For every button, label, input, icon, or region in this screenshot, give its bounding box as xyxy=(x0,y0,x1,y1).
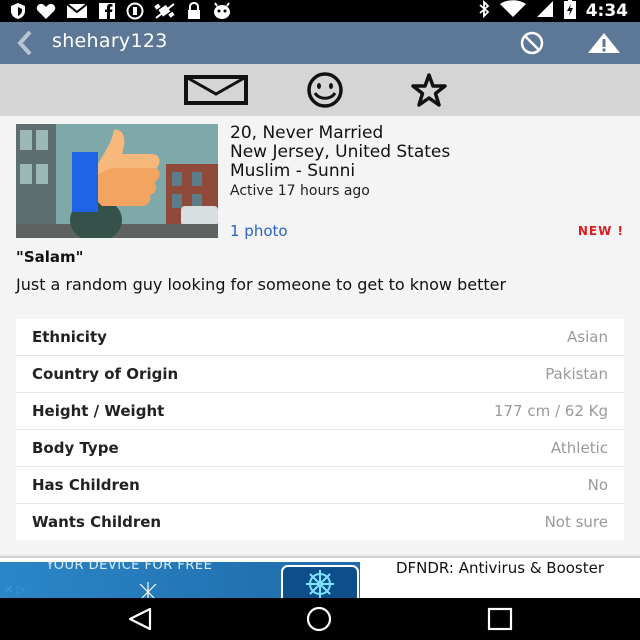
profile-about: Just a random guy looking for someone to… xyxy=(16,275,507,294)
satellite-off-icon xyxy=(154,2,176,20)
smiley-icon xyxy=(307,72,343,108)
last-active: Active 17 hours ago xyxy=(230,183,370,199)
nav-recents-button[interactable] xyxy=(486,606,514,632)
detail-label: Body Type xyxy=(32,439,119,457)
status-bar: 4:34 xyxy=(0,0,640,22)
nav-back-button[interactable] xyxy=(126,606,154,632)
detail-row: Has Children No xyxy=(16,467,624,504)
religion: Muslim - Sunni xyxy=(230,161,356,181)
lock-icon xyxy=(186,2,202,20)
battery-icon xyxy=(563,0,576,23)
profile-summary: 20, Never Married New Jersey, United Sta… xyxy=(230,123,451,200)
warning-icon xyxy=(588,33,620,53)
mail-icon xyxy=(66,3,88,19)
detail-value: No xyxy=(587,476,608,494)
message-icon xyxy=(184,75,248,105)
app-bar: shehary123 xyxy=(0,22,640,64)
ad-choices-icon[interactable]: ✕ ▷ xyxy=(4,583,25,596)
bluetooth-icon xyxy=(478,0,490,22)
shield-icon xyxy=(10,2,26,20)
detail-value: 177 cm / 62 Kg xyxy=(493,402,608,420)
signal-icon xyxy=(536,0,554,22)
navigation-bar xyxy=(0,598,640,640)
facebook-icon xyxy=(98,2,116,20)
favorite-star-icon xyxy=(411,73,447,107)
detail-value: Asian xyxy=(567,328,608,346)
detail-row: Wants Children Not sure xyxy=(16,504,624,540)
block-button[interactable] xyxy=(515,31,549,55)
ad-banner[interactable]: YOUR DEVICE FOR FREE ✕ ▷ DFNDR: Antiviru… xyxy=(0,556,640,600)
heart-icon xyxy=(36,3,56,20)
back-button[interactable] xyxy=(10,28,40,58)
ad-image[interactable]: YOUR DEVICE FOR FREE xyxy=(0,562,360,600)
wifi-icon xyxy=(499,0,526,22)
detail-row: Body Type Athletic xyxy=(16,430,624,467)
ad-partial-text: YOUR DEVICE FOR FREE xyxy=(46,562,213,573)
message-button[interactable] xyxy=(183,70,249,110)
ad-title[interactable]: DFNDR: Antivirus & Booster xyxy=(372,560,628,576)
detail-value: Pakistan xyxy=(545,365,608,383)
detail-label: Wants Children xyxy=(32,513,162,531)
profile-username: shehary123 xyxy=(52,30,168,52)
notification-icons xyxy=(10,2,232,20)
recents-square-icon xyxy=(487,607,513,631)
dfndr-logo-icon xyxy=(306,570,334,598)
detail-label: Country of Origin xyxy=(32,365,179,383)
smile-button[interactable] xyxy=(296,70,354,110)
bug-icon xyxy=(212,2,232,20)
detail-label: Has Children xyxy=(32,476,140,494)
home-circle-icon xyxy=(306,606,332,632)
block-icon xyxy=(520,31,544,55)
detail-value: Not sure xyxy=(544,513,608,531)
detail-row: Country of Origin Pakistan xyxy=(16,356,624,393)
detail-row: Ethnicity Asian xyxy=(16,319,624,356)
photos-link[interactable]: 1 photo xyxy=(230,222,288,240)
new-badge: NEW ! xyxy=(577,224,624,238)
profile-photo[interactable] xyxy=(16,124,218,238)
circle-icon xyxy=(126,2,144,20)
profile-headline: "Salam" xyxy=(16,248,84,266)
back-triangle-icon xyxy=(128,607,152,631)
report-button[interactable] xyxy=(586,31,622,55)
age-marital-status: 20, Never Married xyxy=(230,123,384,143)
details-table: Ethnicity Asian Country of Origin Pakist… xyxy=(16,319,624,540)
profile-card: 20, Never Married New Jersey, United Sta… xyxy=(0,116,640,554)
detail-row: Height / Weight 177 cm / 62 Kg xyxy=(16,393,624,430)
favorite-button[interactable] xyxy=(400,70,458,110)
detail-label: Height / Weight xyxy=(32,402,165,420)
clock: 4:34 xyxy=(585,1,628,21)
nav-home-button[interactable] xyxy=(305,606,333,632)
detail-label: Ethnicity xyxy=(32,328,107,346)
action-strip xyxy=(0,64,640,116)
system-icons: 4:34 xyxy=(478,0,628,22)
location: New Jersey, United States xyxy=(230,142,451,162)
chevron-left-icon xyxy=(17,30,32,56)
detail-value: Athletic xyxy=(550,439,608,457)
